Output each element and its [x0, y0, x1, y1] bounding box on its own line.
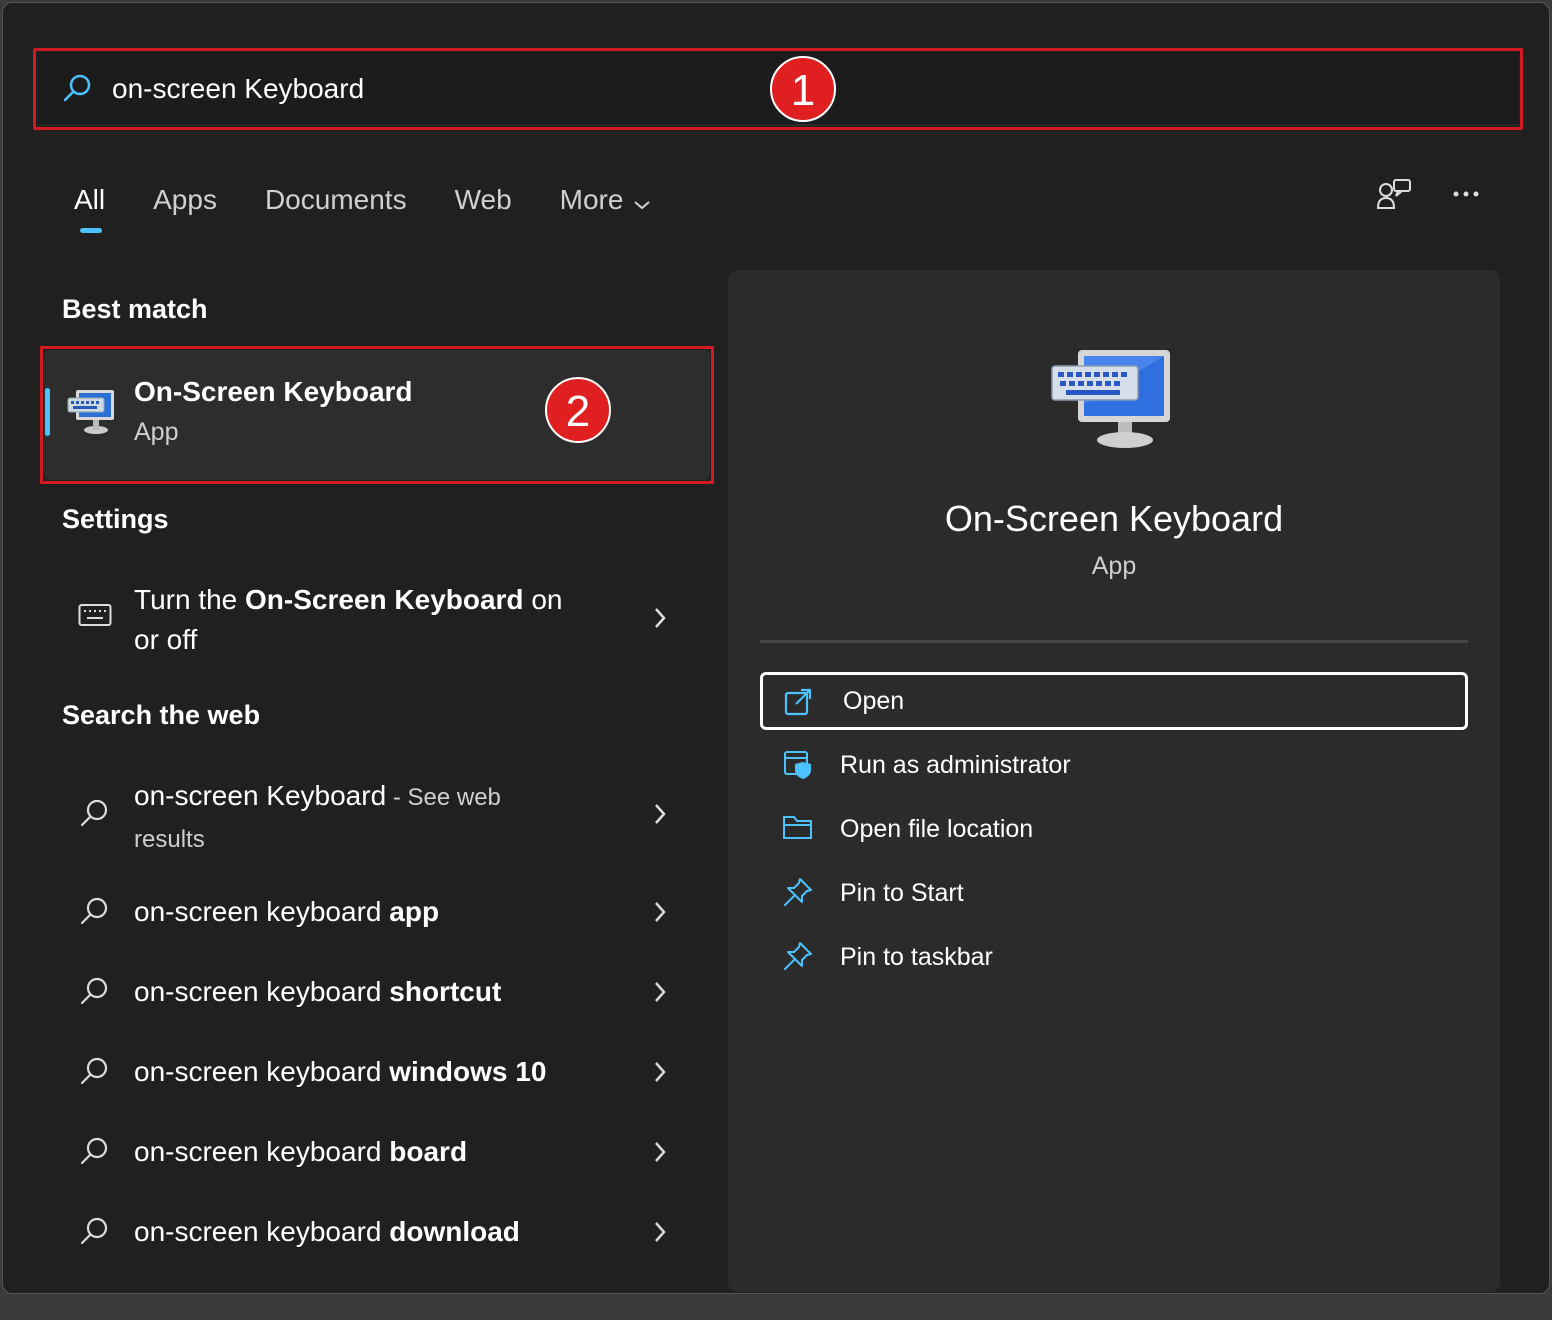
feedback-icon[interactable]	[1374, 176, 1414, 216]
chevron-right-icon	[652, 606, 668, 635]
chevron-right-icon	[652, 980, 668, 1009]
osk-app-large-icon	[1048, 344, 1178, 459]
tab-apps[interactable]: Apps	[153, 180, 217, 220]
tab-all[interactable]: All	[74, 180, 105, 233]
pin-icon	[782, 940, 814, 977]
preview-subtitle: App	[1091, 552, 1137, 580]
settings-item-label: Turn the On-Screen Keyboard on or off	[134, 584, 563, 655]
open-file-location-label: Open file location	[840, 815, 1034, 843]
chevron-right-icon	[652, 802, 668, 831]
pin-to-taskbar-action[interactable]: Pin to taskbar	[760, 928, 1468, 986]
keyboard-icon	[78, 602, 112, 633]
pin-to-start-label: Pin to Start	[840, 879, 964, 907]
chevron-right-icon	[652, 1140, 668, 1169]
pin-icon	[782, 876, 814, 913]
annotation-badge-1: 1	[770, 56, 836, 122]
web-result-label: on-screen keyboard app	[134, 896, 440, 927]
section-settings: Settings	[62, 504, 169, 534]
search-icon	[78, 976, 110, 1013]
preview-title: On-Screen Keyboard	[944, 498, 1284, 539]
search-icon	[78, 896, 110, 933]
tab-more[interactable]: More	[560, 180, 652, 220]
section-best-match: Best match	[62, 294, 208, 324]
section-search-web: Search the web	[62, 700, 261, 730]
annotation-badge-2: 2	[545, 377, 611, 443]
web-result-label: on-screen keyboard download	[134, 1216, 520, 1247]
search-icon	[78, 1216, 110, 1253]
annotation-box-best-match	[40, 346, 714, 484]
pin-to-taskbar-label: Pin to taskbar	[840, 943, 993, 971]
web-result-label: on-screen keyboard windows 10	[134, 1056, 547, 1087]
filter-tabs: All Apps Documents Web More	[74, 180, 699, 233]
shield-window-icon	[782, 748, 814, 785]
web-result-label: on-screen Keyboard - See web results	[134, 780, 501, 853]
search-icon	[78, 798, 110, 835]
preview-divider	[760, 640, 1468, 643]
open-action-label: Open	[843, 687, 905, 715]
pin-to-start-action[interactable]: Pin to Start	[760, 864, 1468, 922]
open-icon	[783, 687, 813, 722]
open-file-location-action[interactable]: Open file location	[760, 800, 1468, 858]
web-result-label: on-screen keyboard shortcut	[134, 976, 502, 1007]
search-icon	[78, 1056, 110, 1093]
chevron-down-icon	[633, 182, 651, 222]
chevron-right-icon	[652, 1060, 668, 1089]
run-as-admin-action[interactable]: Run as administrator	[760, 736, 1468, 794]
tab-documents[interactable]: Documents	[265, 180, 407, 220]
run-as-admin-label: Run as administrator	[840, 751, 1071, 779]
more-options-icon[interactable]	[1448, 176, 1488, 216]
tab-web[interactable]: Web	[455, 180, 512, 220]
chevron-right-icon	[652, 900, 668, 929]
chevron-right-icon	[652, 1220, 668, 1249]
search-icon	[78, 1136, 110, 1173]
web-result-label: on-screen keyboard board	[134, 1136, 468, 1167]
tab-more-label: More	[559, 184, 624, 215]
open-action[interactable]: Open	[760, 672, 1468, 730]
folder-icon	[782, 812, 814, 847]
